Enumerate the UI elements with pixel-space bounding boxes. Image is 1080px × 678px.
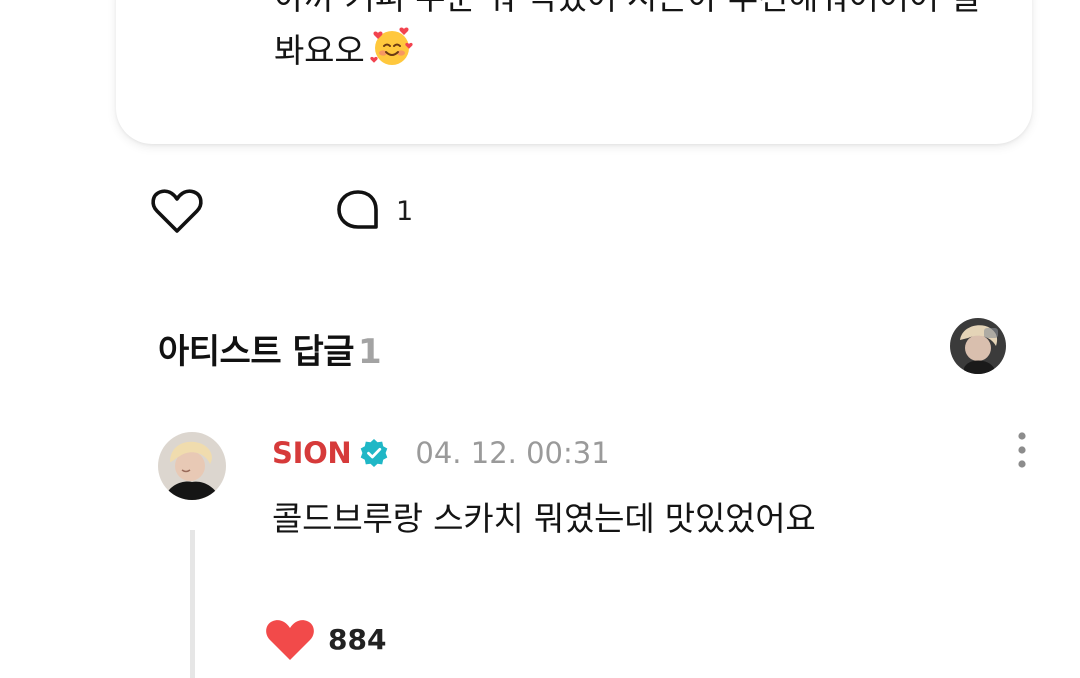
post-text-line-2-text: 봐요오 [274,31,365,70]
reply-meta: SION 04. 12. 00:31 [272,432,610,474]
heart-filled-icon [266,620,314,660]
thread-line [190,530,195,678]
reply-like-count: 884 [328,622,387,656]
artist-replies-title: 아티스트 답글 1 [158,324,382,373]
reply-timestamp: 04. 12. 00:31 [415,436,610,470]
smiling-face-with-hearts-icon [370,24,414,83]
artist-avatar[interactable] [158,432,226,500]
artist-avatar-thumbnail[interactable] [950,318,1006,374]
post-text: 아까 커피 주문 뭐 먹었어 시온아 추천해줘어어어 낼 봐요오 [274,0,1080,83]
verified-badge-icon [361,439,388,467]
more-vertical-icon [1018,432,1026,468]
reply-like-button[interactable]: 884 [264,614,386,664]
comment-bubble-icon [337,190,378,229]
reply-text: 콜드브루랑 스카치 뭐였는데 맛있었어요 [272,499,816,538]
like-button[interactable] [150,186,204,236]
fan-post-card: 아까 커피 주문 뭐 먹었어 시온아 추천해줘어어어 낼 봐요오 [116,0,1032,144]
post-text-line-2: 봐요오 [274,24,1080,83]
artist-name[interactable]: SION [272,436,352,470]
post-text-line-1: 아까 커피 주문 뭐 먹었어 시온아 추천해줘어어어 낼 [274,0,1080,24]
comment-count: 1 [396,195,414,227]
more-options-button[interactable] [1004,430,1040,472]
comment-button[interactable]: 1 [334,186,413,236]
artist-replies-count: 1 [358,332,382,372]
heart-outline-icon [151,189,203,233]
artist-replies-label: 아티스트 답글 [158,332,355,372]
